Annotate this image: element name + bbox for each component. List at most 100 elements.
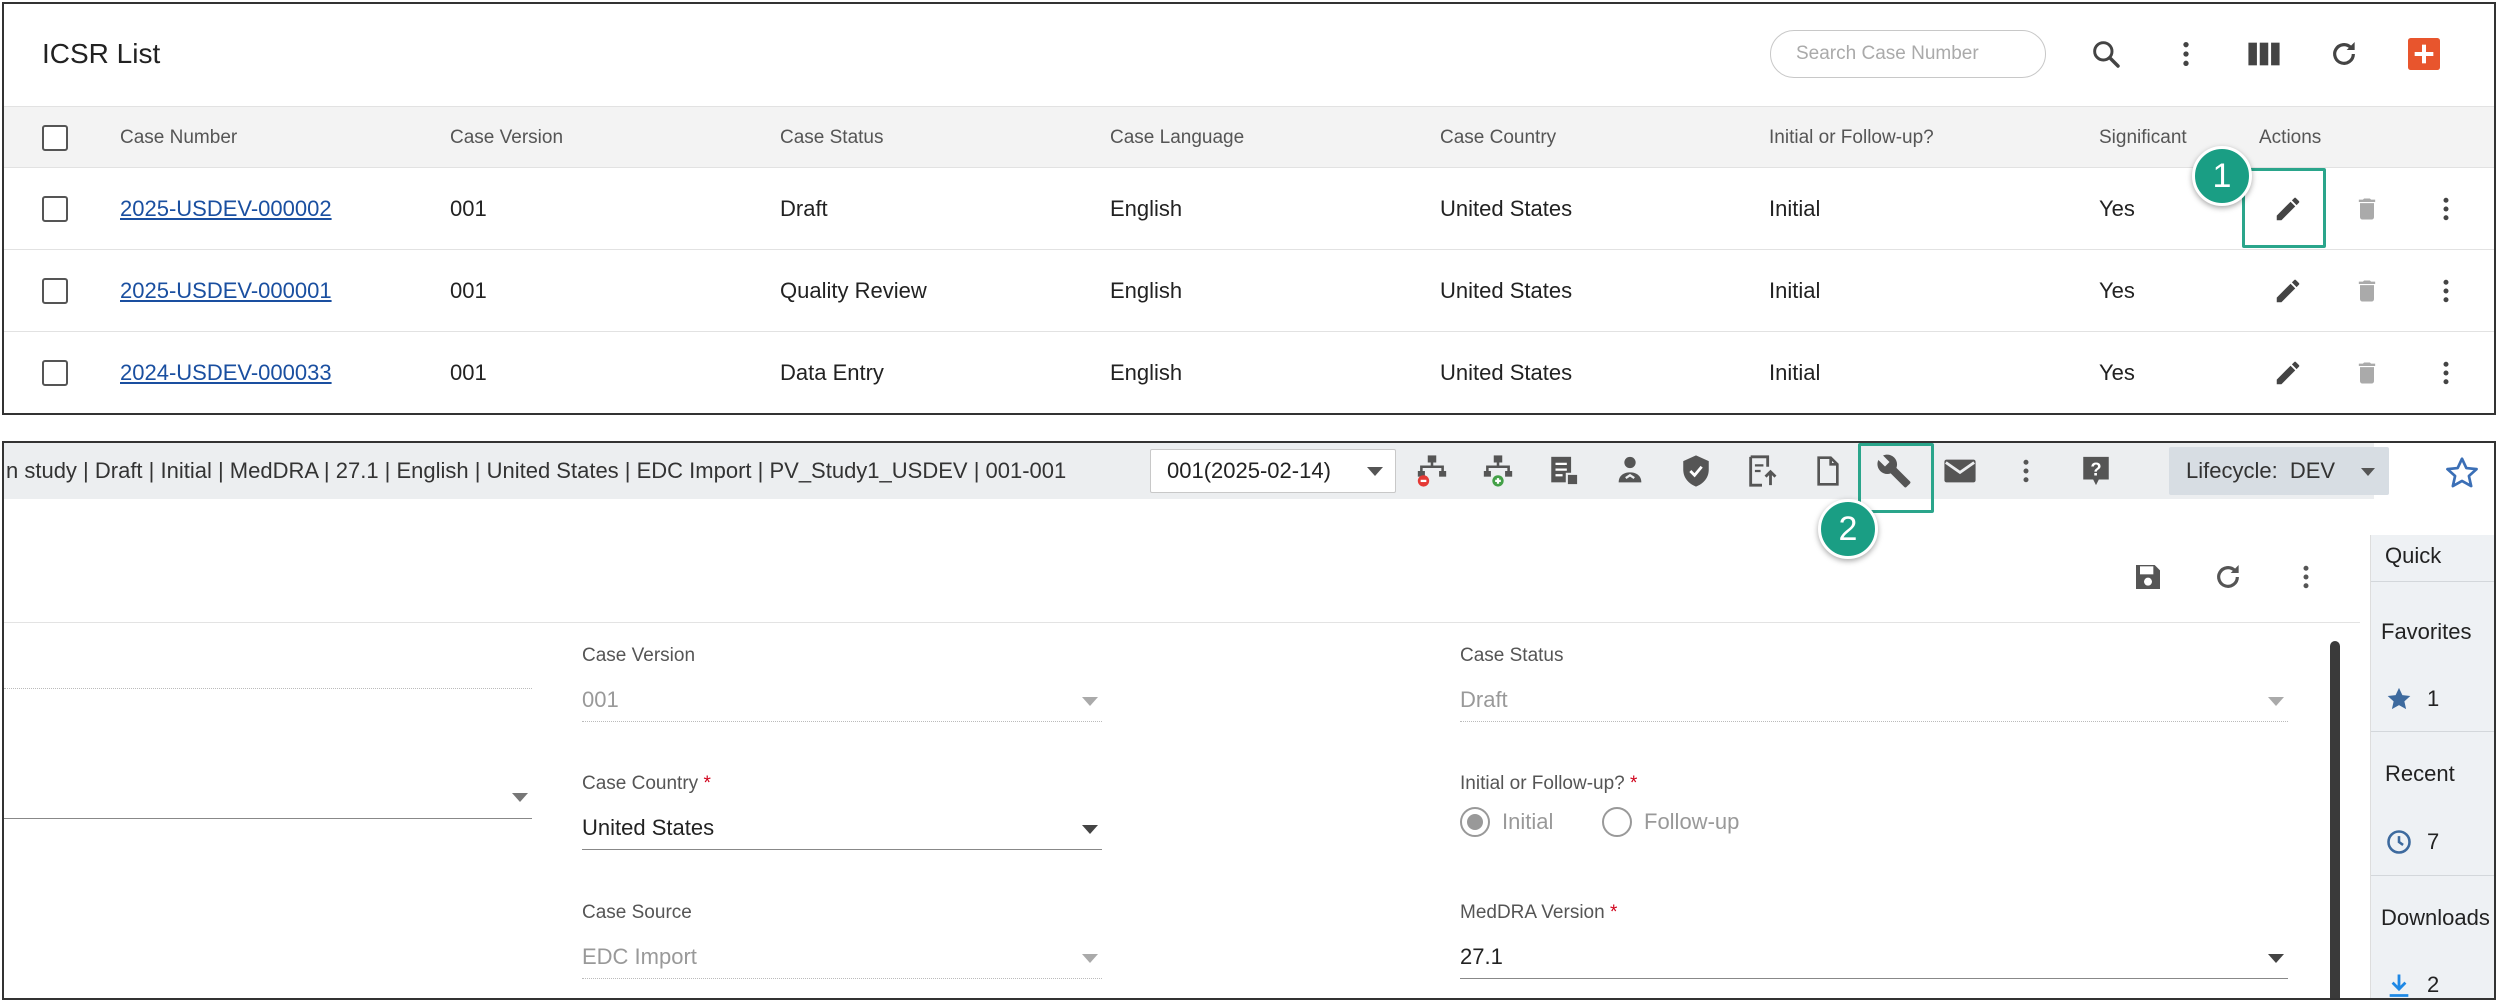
export-icon[interactable] — [1742, 451, 1782, 491]
report-icon[interactable] — [1544, 451, 1584, 491]
meddra-version-value: 27.1 — [1460, 944, 1503, 969]
table-header: Case Number Case Version Case Status Cas… — [4, 106, 2494, 168]
favorites-label[interactable]: Favorites — [2381, 619, 2471, 645]
add-icon[interactable] — [2404, 34, 2444, 74]
link-icon[interactable] — [1478, 451, 1518, 491]
case-version: 001 — [450, 196, 487, 221]
case-country-label: Case Country * — [582, 773, 711, 795]
radio-initial-label: Initial — [1502, 809, 1554, 834]
initial-followup-label: Initial or Follow-up? * — [1460, 773, 1637, 795]
radio-initial[interactable]: Initial — [1460, 807, 1553, 837]
wrench-highlight-box — [1858, 443, 1934, 513]
truncated-select[interactable] — [4, 783, 532, 819]
significant: Yes — [2099, 360, 2135, 385]
recent-label[interactable]: Recent — [2385, 761, 2455, 787]
case-source-value: EDC Import — [582, 944, 697, 969]
columns-icon[interactable] — [2244, 34, 2284, 74]
case-country: United States — [1440, 196, 1573, 221]
star-outline-icon[interactable] — [2444, 455, 2480, 491]
case-country-value: United States — [582, 815, 715, 840]
more-vert-icon[interactable] — [2006, 451, 2046, 491]
quick-label: Quick — [2385, 543, 2442, 568]
help-icon[interactable]: ? — [2076, 451, 2116, 491]
unlink-icon[interactable] — [1412, 451, 1452, 491]
document-icon[interactable] — [1808, 451, 1848, 491]
radio-selected-icon — [1460, 807, 1490, 837]
case-country-select[interactable]: United States — [582, 815, 1102, 850]
downloads-item[interactable]: 2 — [2385, 971, 2440, 998]
search-input[interactable] — [1796, 43, 2036, 65]
mail-icon[interactable] — [1940, 451, 1980, 491]
initial-followup: Initial — [1769, 360, 1821, 385]
case-version: 001 — [450, 278, 487, 303]
col-case-version[interactable]: Case Version — [450, 107, 563, 169]
required-mark: * — [703, 773, 711, 794]
row-more-icon[interactable] — [2426, 353, 2466, 393]
edit-icon[interactable] — [2268, 353, 2308, 393]
col-significant[interactable]: Significant — [2099, 107, 2187, 169]
row-checkbox[interactable] — [42, 278, 68, 304]
case-source-select[interactable]: EDC Import — [582, 944, 1102, 979]
col-initial-followup[interactable]: Initial or Follow-up? — [1769, 107, 1934, 169]
radio-unselected-icon — [1602, 807, 1632, 837]
radio-followup-label: Follow-up — [1644, 809, 1740, 834]
chevron-down-icon — [2361, 468, 2375, 476]
delete-icon[interactable] — [2347, 353, 2387, 393]
table-row: 2025-USDEV-000001 001 Quality Review Eng… — [4, 250, 2494, 332]
row-more-icon[interactable] — [2426, 189, 2466, 229]
lifecycle-value: DEV — [2289, 458, 2336, 483]
form-scrollbar[interactable] — [2330, 641, 2340, 998]
chevron-down-icon — [1367, 467, 1383, 476]
downloads-label[interactable]: Downloads — [2381, 905, 2490, 931]
meddra-version-label: MedDRA Version * — [1460, 902, 1617, 924]
downloads-count: 2 — [2427, 972, 2440, 997]
lifecycle-select[interactable]: Lifecycle: DEV — [2169, 447, 2389, 495]
refresh-icon[interactable] — [2324, 34, 2364, 74]
case-number-link[interactable]: 2025-USDEV-000002 — [120, 168, 332, 250]
edit-icon[interactable] — [2268, 271, 2308, 311]
delete-icon[interactable] — [2347, 271, 2387, 311]
chevron-down-icon — [1082, 825, 1098, 834]
col-case-status[interactable]: Case Status — [780, 107, 884, 169]
chevron-down-icon — [512, 793, 528, 802]
recent-item[interactable]: 7 — [2385, 828, 2439, 856]
case-number-link[interactable]: 2025-USDEV-000001 — [120, 250, 332, 332]
radio-followup[interactable]: Follow-up — [1602, 807, 1739, 837]
case-number-link[interactable]: 2024-USDEV-000033 — [120, 332, 332, 413]
user-sync-icon[interactable] — [1610, 451, 1650, 491]
version-select[interactable]: 001(2025-02-14) — [1150, 449, 1396, 493]
case-status-select[interactable]: Draft — [1460, 687, 2288, 722]
row-checkbox[interactable] — [42, 196, 68, 222]
edit-highlight-box — [2242, 168, 2326, 248]
more-vert-icon[interactable] — [2286, 557, 2326, 597]
initial-followup-label-text: Initial or Follow-up? — [1460, 773, 1625, 794]
meddra-version-select[interactable]: 27.1 — [1460, 944, 2288, 979]
refresh-icon[interactable] — [2208, 557, 2248, 597]
table-row: 2025-USDEV-000002 001 Draft English Unit… — [4, 168, 2494, 250]
select-all-checkbox[interactable] — [42, 125, 68, 151]
more-vert-icon[interactable] — [2166, 34, 2206, 74]
col-case-language[interactable]: Case Language — [1110, 107, 1244, 169]
delete-icon[interactable] — [2347, 189, 2387, 229]
col-actions: Actions — [2259, 127, 2322, 148]
case-version-select[interactable]: 001 — [582, 687, 1102, 722]
favorites-item[interactable]: 1 — [2385, 685, 2439, 713]
case-country-label-text: Case Country — [582, 773, 699, 794]
row-checkbox[interactable] — [42, 360, 68, 386]
quick-sidebar: Quick Favorites 1 Recent 7 Downloads 2 — [2370, 535, 2494, 998]
chevron-down-icon — [2268, 697, 2284, 706]
col-case-number[interactable]: Case Number — [120, 107, 237, 169]
case-source-label: Case Source — [582, 902, 692, 923]
svg-text:?: ? — [2090, 458, 2101, 479]
search-box[interactable] — [1770, 30, 2046, 78]
version-select-value: 001(2025-02-14) — [1167, 458, 1331, 483]
col-case-country[interactable]: Case Country — [1440, 107, 1556, 169]
row-more-icon[interactable] — [2426, 271, 2466, 311]
case-summary-info: n study | Draft | Initial | MedDRA | 27.… — [6, 458, 1067, 483]
save-icon[interactable] — [2128, 557, 2168, 597]
shield-icon[interactable] — [1676, 451, 1716, 491]
search-icon[interactable] — [2086, 34, 2126, 74]
case-language: English — [1110, 196, 1183, 221]
case-language: English — [1110, 278, 1183, 303]
favorites-count: 1 — [2427, 686, 2440, 711]
